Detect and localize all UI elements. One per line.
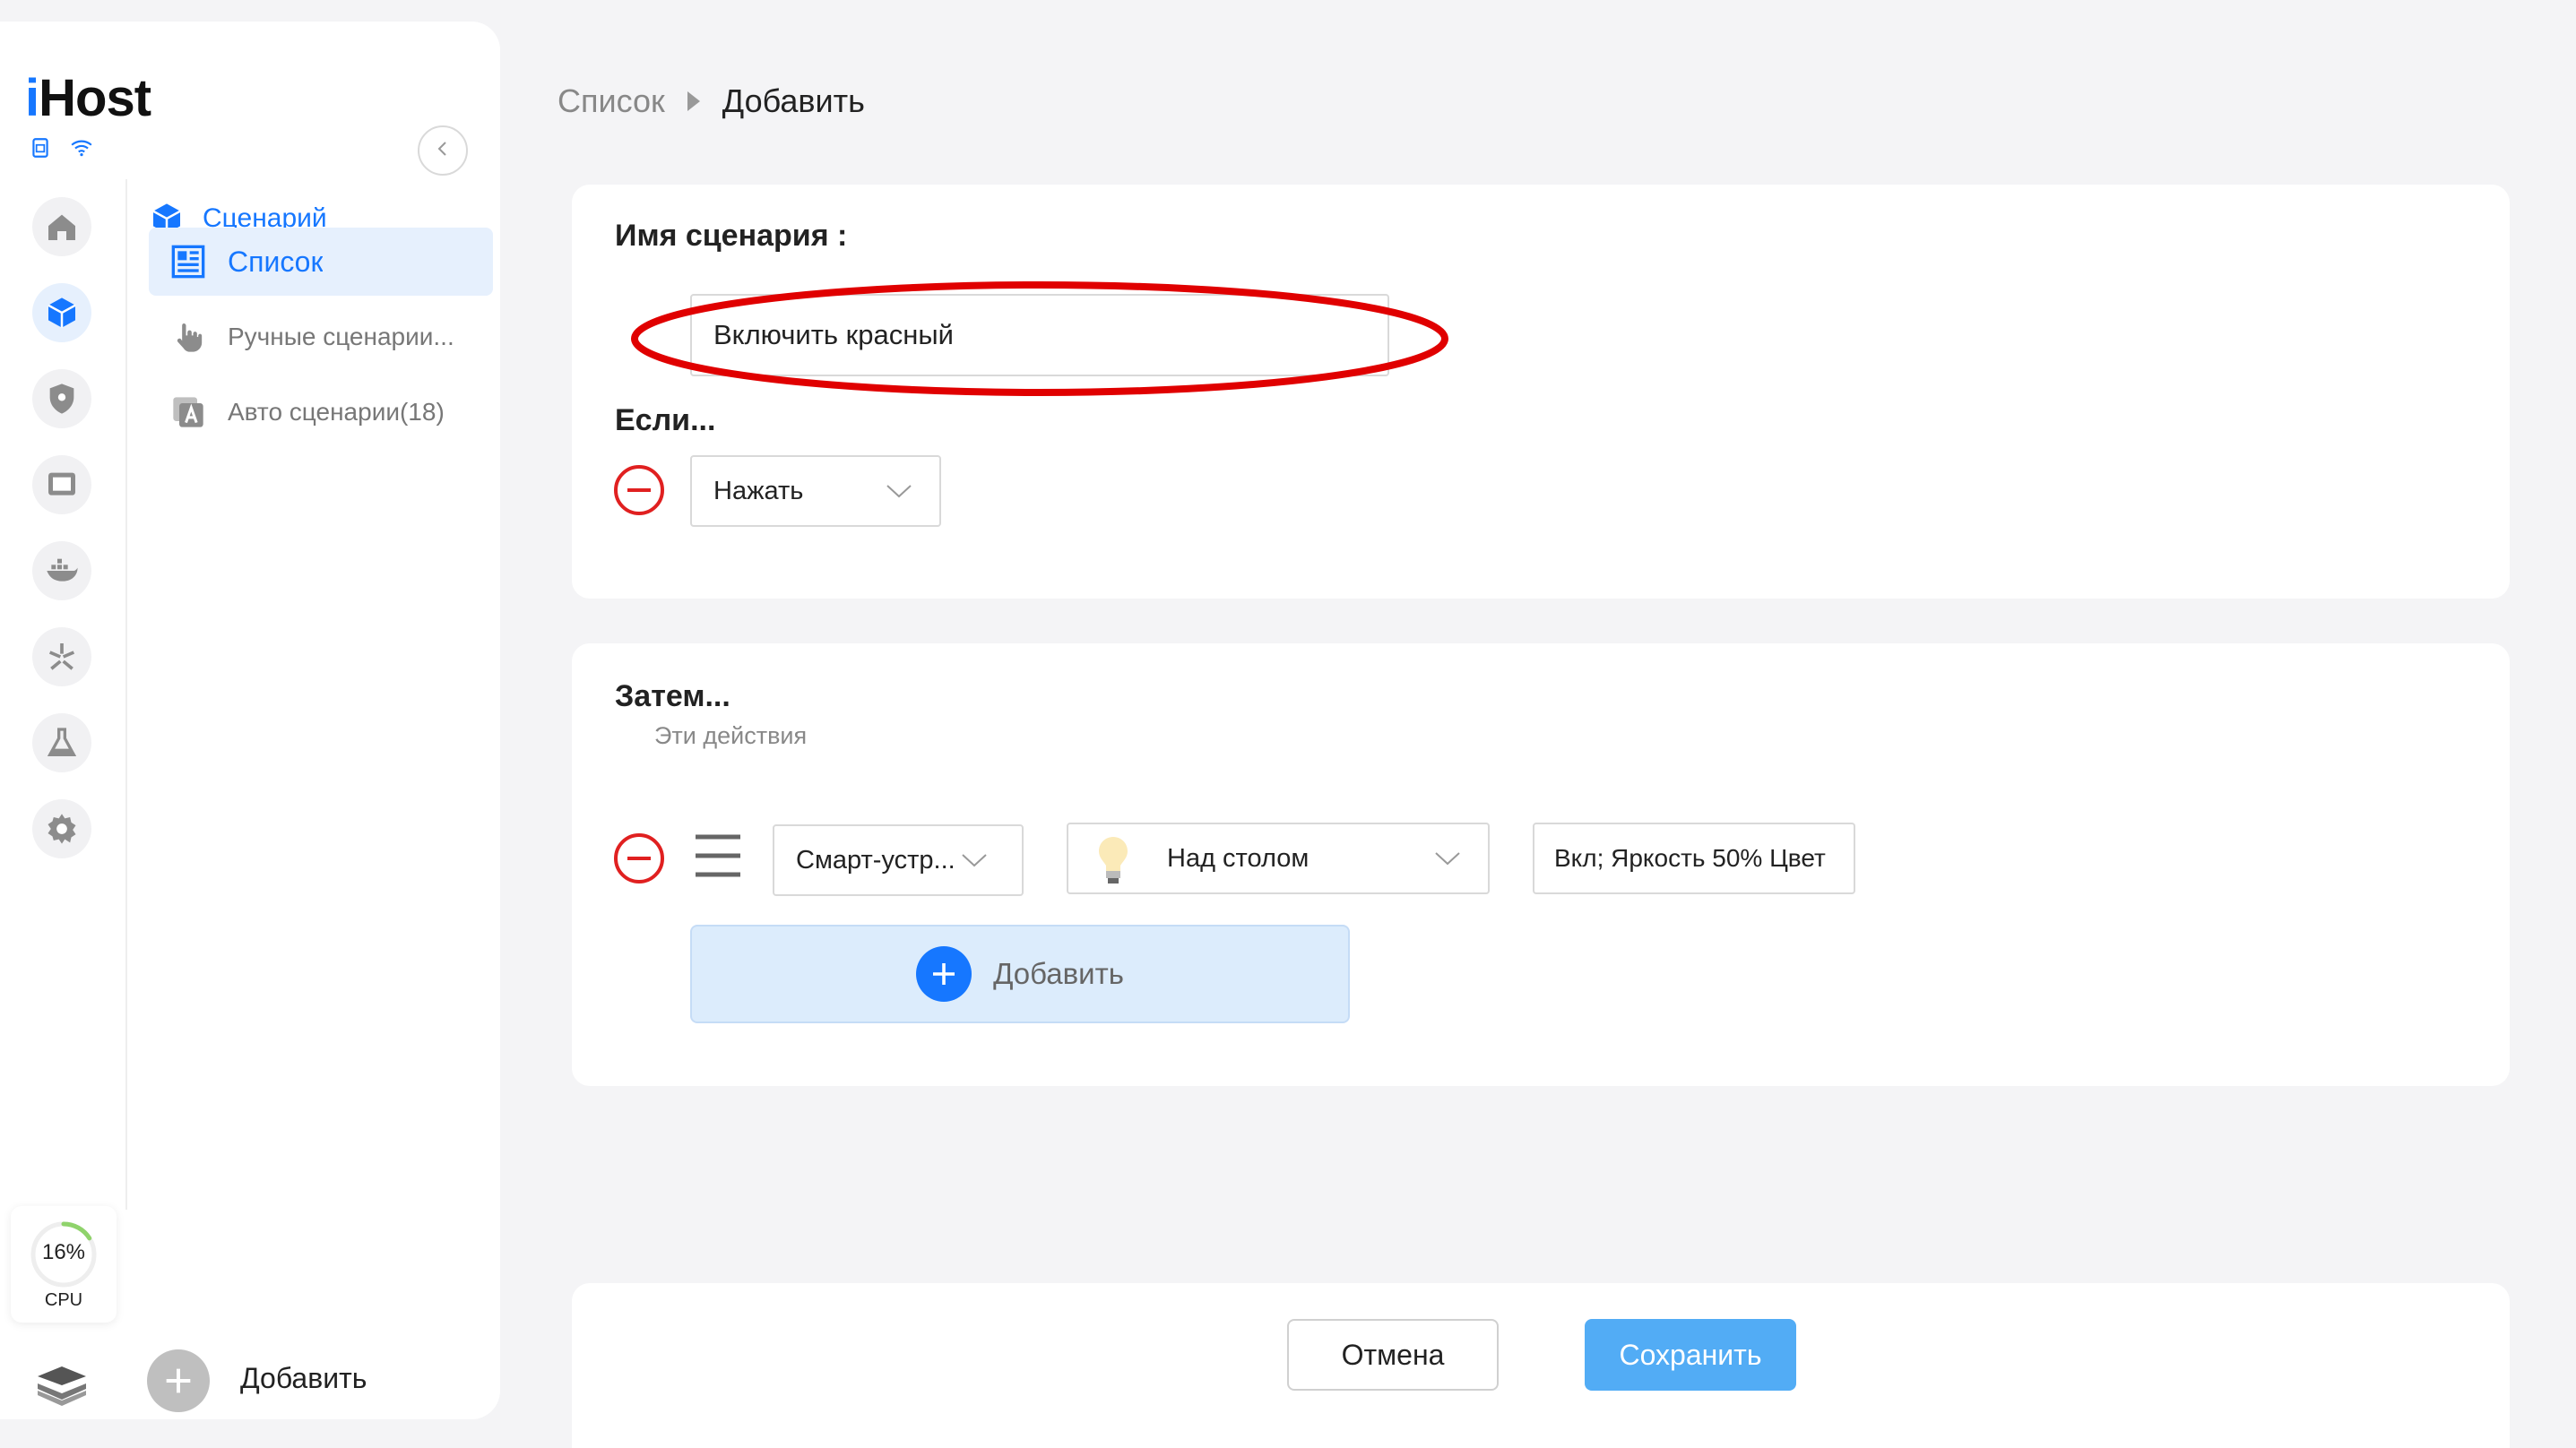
monitor-icon [48,472,75,496]
caret-right-icon [687,91,700,111]
rail-divider [125,179,127,1210]
then-label: Затем... [615,679,730,713]
flask-icon [47,728,77,756]
if-label: Если... [615,403,716,437]
chevron-down-icon [962,854,987,867]
sidebar-add-label[interactable]: Добавить [240,1362,367,1395]
action-type-select[interactable]: Смарт-устр... [773,824,1024,896]
home-icon [48,214,75,240]
sim-card-icon [29,136,52,164]
cancel-button[interactable]: Отмена [1287,1319,1499,1391]
action-value-field[interactable]: Вкл; Яркость 50% Цвет [1533,823,1855,894]
add-action-label: Добавить [993,957,1124,990]
shield-icon [49,384,74,414]
rail-security[interactable] [32,369,91,428]
device-select[interactable]: Над столом [1067,823,1490,894]
cpu-label: CPU [44,1290,83,1310]
cpu-usage-card: 16% CPU [11,1206,117,1323]
wifi-icon [70,136,93,164]
chevron-down-icon [886,485,912,498]
docker-icon [47,558,78,582]
sidebar-item-list[interactable]: Список [149,228,493,296]
sidebar-item-auto[interactable]: Авто сценарии(18) [149,378,493,446]
sidebar-item-label: Список [228,245,324,278]
remove-action-button[interactable] [613,832,665,884]
chevron-left-icon [432,138,454,164]
cube-icon [48,297,76,328]
hand-pointer-icon [177,323,203,352]
sidebar: iHost Сценарий Список Ручные сценарии...… [0,22,500,1419]
save-button[interactable]: Сохранить [1585,1319,1796,1391]
add-action-button[interactable]: Добавить [690,925,1350,1023]
rail-matter[interactable] [32,627,91,686]
rail-home[interactable] [32,197,91,256]
then-note: Эти действия [654,722,808,749]
rail-docker[interactable] [32,541,91,600]
scene-name-input[interactable]: Включить красный [690,294,1389,376]
condition-select[interactable]: Нажать [690,455,941,527]
rail-scenes[interactable] [32,283,91,342]
sidebar-item-manual[interactable]: Ручные сценарии... [149,303,493,371]
scene-name-label: Имя сценария : [615,219,848,253]
plus-circle-icon [916,946,972,1002]
rail-lab[interactable] [32,713,91,772]
scene-name-card [572,185,2510,599]
app-logo: iHost [25,69,151,127]
remove-condition-button[interactable] [613,464,665,516]
breadcrumb-list[interactable]: Список [558,82,665,120]
device-value: Над столом [1167,843,1310,873]
collapse-sidebar-button[interactable] [418,125,468,176]
rail-settings[interactable] [32,799,91,858]
sidebar-add-button[interactable] [147,1349,210,1412]
action-type-value: Смарт-устр... [796,845,955,875]
breadcrumb: Список Добавить [558,82,865,120]
icon-rail [32,197,91,885]
cpu-percent: 16% [41,1240,86,1264]
grid-list-icon [171,245,205,279]
sidebar-item-label: Ручные сценарии... [228,323,454,350]
auto-icon [173,397,203,427]
matter-icon [48,643,75,670]
rail-monitor[interactable] [32,455,91,514]
breadcrumb-current: Добавить [722,82,865,119]
status-icons [29,136,93,164]
sidebar-item-label: Авто сценарии(18) [228,398,445,426]
gear-icon [48,814,76,844]
bulb-icon [1099,837,1128,883]
footer-bar [572,1283,2510,1448]
drag-handle-icon[interactable] [692,832,744,880]
condition-value: Нажать [713,476,804,505]
chevron-down-icon [1435,852,1460,866]
plus-icon [166,1368,191,1393]
layers-icon[interactable] [34,1358,90,1407]
